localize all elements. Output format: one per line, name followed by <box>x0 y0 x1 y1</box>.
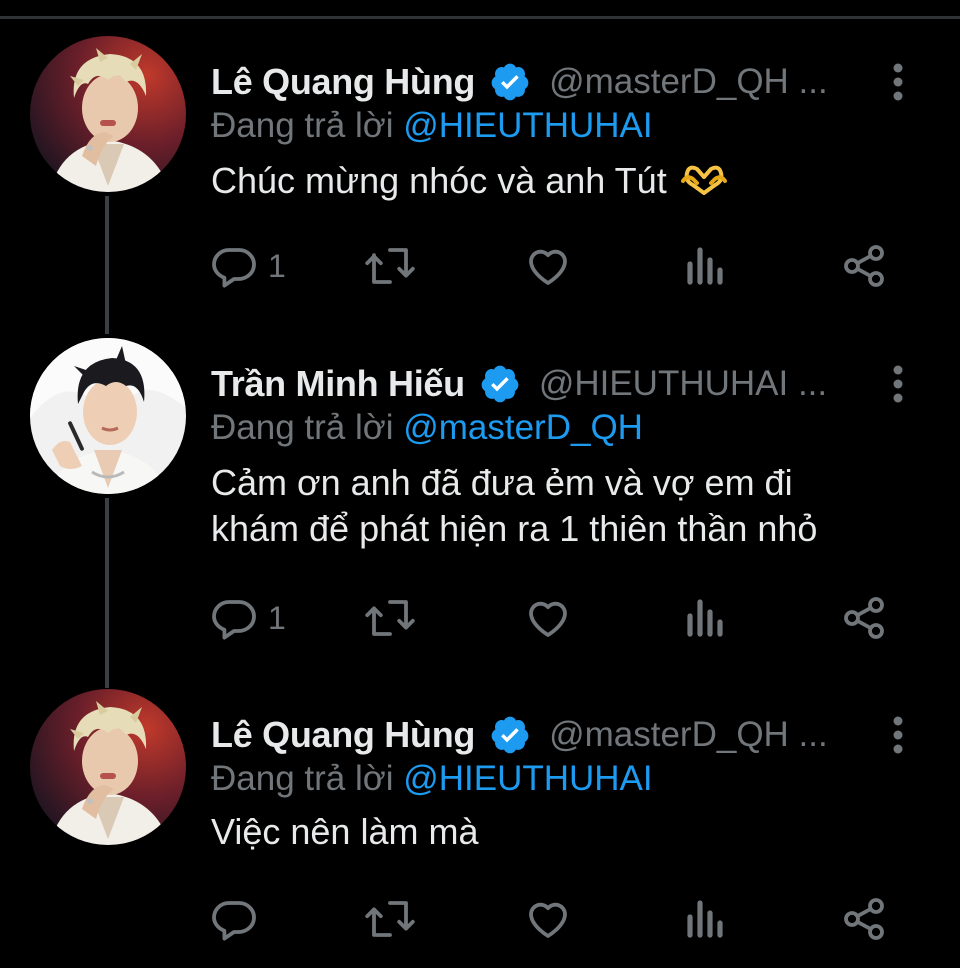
tweet-header: Lê Quang Hùng @masterD_QH ... <box>211 707 828 763</box>
author-name[interactable]: Lê Quang Hùng <box>211 61 475 103</box>
tweet[interactable]: Trần Minh Hiếu @HIEUTHUHAI ... Đang trả … <box>0 338 960 688</box>
reply-button[interactable]: 1 <box>210 592 286 644</box>
replying-prefix: Đang trả lời <box>211 106 394 145</box>
retweet-button[interactable] <box>364 240 416 292</box>
reply-count: 1 <box>268 247 286 284</box>
tweet-text-line: Cảm ơn anh đã đưa ẻm và vợ em đi <box>211 462 793 503</box>
reply-button[interactable]: 1 <box>210 240 286 292</box>
tweet-text: Việc nên làm mà <box>211 809 911 855</box>
views-button[interactable] <box>684 592 728 644</box>
like-icon <box>529 902 567 938</box>
replying-to: Đang trả lời @HIEUTHUHAI <box>211 759 653 799</box>
views-button[interactable] <box>684 240 728 292</box>
top-divider <box>0 16 960 19</box>
like-button[interactable] <box>524 592 572 644</box>
heart-hands-icon <box>680 162 727 208</box>
tweet-text-content: Chúc mừng nhóc và anh Tút <box>211 160 667 201</box>
retweet-button[interactable] <box>364 592 416 644</box>
author-handle[interactable]: @masterD_QH ... <box>549 62 828 102</box>
retweet-button[interactable] <box>364 893 416 945</box>
tweet-text-line: khám để phát hiện ra 1 thiên thần nhỏ <box>211 508 818 549</box>
like-button[interactable] <box>524 893 572 945</box>
tweet-text-content: Việc nên làm mà <box>211 811 479 852</box>
avatar-le-quang-hung[interactable] <box>30 689 186 845</box>
replying-to: Đang trả lời @HIEUTHUHAI <box>211 106 653 146</box>
avatar-tran-minh-hieu[interactable] <box>30 338 186 494</box>
more-vertical-icon[interactable] <box>884 60 912 104</box>
share-icon <box>844 245 884 287</box>
retweet-icon <box>365 901 415 937</box>
reply-icon <box>212 901 256 941</box>
views-button[interactable] <box>684 893 728 945</box>
tweet-header: Lê Quang Hùng @masterD_QH ... <box>211 54 828 110</box>
reply-icon <box>212 248 256 288</box>
reply-count: 1 <box>268 599 286 636</box>
author-name[interactable]: Trần Minh Hiếu <box>211 363 465 405</box>
share-icon <box>844 597 884 639</box>
reply-button[interactable] <box>210 893 268 945</box>
tweet-actions <box>210 893 900 945</box>
author-handle[interactable]: @masterD_QH ... <box>549 715 828 755</box>
like-icon <box>529 601 567 637</box>
verified-badge-icon <box>489 61 531 103</box>
replying-prefix: Đang trả lời <box>211 408 394 447</box>
retweet-icon <box>365 248 415 284</box>
like-button[interactable] <box>524 240 572 292</box>
share-button[interactable] <box>840 592 888 644</box>
more-vertical-icon[interactable] <box>884 362 912 406</box>
tweet[interactable]: Lê Quang Hùng @masterD_QH ... Đang trả l… <box>0 689 960 959</box>
views-icon <box>687 599 723 637</box>
like-icon <box>529 249 567 285</box>
tweet-text: Cảm ơn anh đã đưa ẻm và vợ em đi khám để… <box>211 460 911 552</box>
tweet-actions: 1 <box>210 240 900 292</box>
replying-mention[interactable]: @masterD_QH <box>403 408 643 447</box>
more-vertical-icon[interactable] <box>884 713 912 757</box>
retweet-icon <box>365 600 415 636</box>
tweet-text: Chúc mừng nhóc và anh Tút <box>211 158 911 208</box>
share-icon <box>844 898 884 940</box>
share-button[interactable] <box>840 893 888 945</box>
tweet-header: Trần Minh Hiếu @HIEUTHUHAI ... <box>211 356 827 412</box>
verified-badge-icon <box>489 714 531 756</box>
replying-prefix: Đang trả lời <box>211 759 394 798</box>
replying-mention[interactable]: @HIEUTHUHAI <box>403 759 652 798</box>
tweet[interactable]: Lê Quang Hùng @masterD_QH ... Đang trả l… <box>0 36 960 336</box>
views-icon <box>687 900 723 938</box>
reply-icon <box>212 600 256 640</box>
replying-mention[interactable]: @HIEUTHUHAI <box>403 106 652 145</box>
avatar-le-quang-hung[interactable] <box>30 36 186 192</box>
views-icon <box>687 247 723 285</box>
author-name[interactable]: Lê Quang Hùng <box>211 714 475 756</box>
share-button[interactable] <box>840 240 888 292</box>
tweet-actions: 1 <box>210 592 900 644</box>
verified-badge-icon <box>479 363 521 405</box>
replying-to: Đang trả lời @masterD_QH <box>211 408 643 448</box>
author-handle[interactable]: @HIEUTHUHAI ... <box>539 364 827 404</box>
